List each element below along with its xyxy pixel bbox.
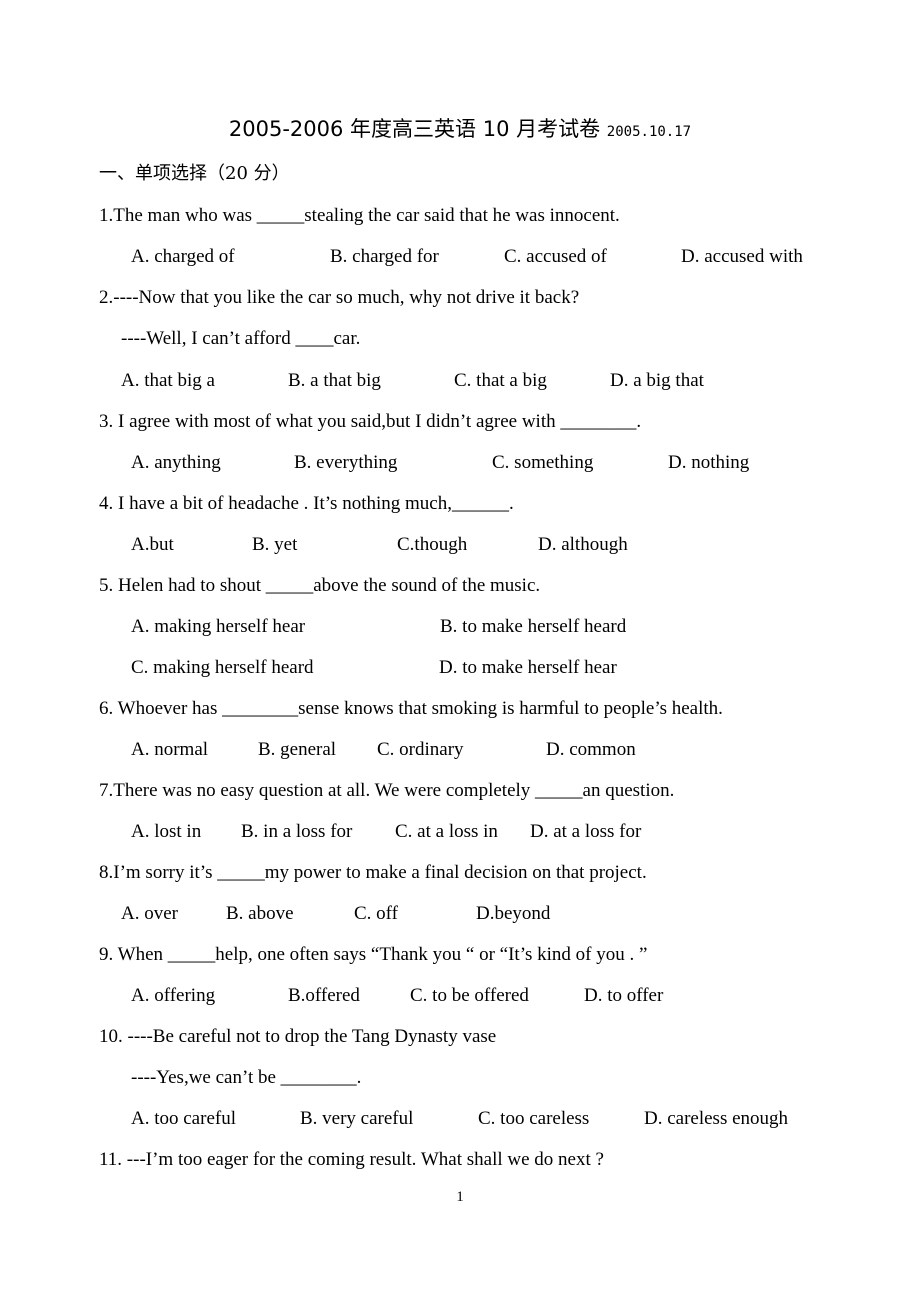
question-9-option-b: B.offered [288, 985, 360, 1006]
question-5-option-a: A. making herself hear [131, 616, 306, 637]
question-9-option-c: C. to be offered [410, 985, 529, 1006]
question-1-option-b: B. charged for [330, 246, 439, 267]
question-9-option-a: A. offering [131, 985, 216, 1006]
question-2-option-d: D. a big that [610, 370, 704, 391]
question-2-option-c: C. that a big [454, 370, 547, 391]
question-8-option-c: C. off [354, 903, 398, 924]
question-7-option-d: D. at a loss for [530, 821, 642, 842]
question-9-stem: 9. When _____help, one often says “Thank… [99, 944, 648, 965]
question-5-stem: 5. Helen had to shout _____above the sou… [99, 575, 541, 596]
exam-title: 2005-2006 年度高三英语 10 月考试卷 2005.10.17 [0, 114, 920, 147]
question-5-option-d: D. to make herself hear [439, 657, 617, 678]
question-2-option-a: A. that big a [121, 370, 215, 391]
question-5-option-b: B. to make herself heard [440, 616, 627, 637]
question-10-stem: 10. ----Be careful not to drop the Tang … [99, 1026, 497, 1047]
question-7-option-c: C. at a loss in [395, 821, 498, 842]
question-4-stem: 4. I have a bit of headache . It’s nothi… [99, 493, 514, 514]
question-6-option-d: D. common [546, 739, 636, 760]
question-6-option-a: A. normal [131, 739, 209, 760]
question-2-stem: 2.----Now that you like the car so much,… [99, 287, 580, 308]
question-4-option-d: D. although [538, 534, 628, 555]
exam-page: 2005-2006 年度高三英语 10 月考试卷 2005.10.17 一、单项… [0, 0, 920, 1293]
question-6-option-b: B. general [258, 739, 337, 760]
question-1-stem: 1.The man who was _____stealing the car … [99, 205, 620, 226]
question-6-option-c: C. ordinary [377, 739, 464, 760]
question-5-option-c: C. making herself heard [131, 657, 314, 678]
question-4-option-c: C.though [397, 534, 468, 555]
question-10-reply: ----Yes,we can’t be ________. [131, 1067, 362, 1088]
question-3-option-a: A. anything [131, 452, 221, 473]
question-8-option-a: A. over [121, 903, 178, 924]
question-3-stem: 3. I agree with most of what you said,bu… [99, 411, 642, 432]
question-2-reply: ----Well, I can’t afford ____car. [121, 328, 361, 349]
question-8-option-d: D.beyond [476, 903, 551, 924]
question-10-option-b: B. very careful [300, 1108, 414, 1129]
question-6-stem: 6. Whoever has ________sense knows that … [99, 698, 723, 719]
question-9-option-d: D. to offer [584, 985, 664, 1006]
question-4-option-b: B. yet [252, 534, 298, 555]
question-1-option-a: A. charged of [131, 246, 235, 267]
title-text: 2005-2006 年度高三英语 10 月考试卷 [228, 117, 601, 141]
question-8-stem: 8.I’m sorry it’s _____my power to make a… [99, 862, 647, 883]
question-3-option-c: C. something [492, 452, 594, 473]
question-10-option-d: D. careless enough [644, 1108, 789, 1129]
question-11-stem: 11. ---I’m too eager for the coming resu… [99, 1149, 604, 1170]
question-8-option-b: B. above [226, 903, 294, 924]
question-7-option-a: A. lost in [131, 821, 202, 842]
question-3-option-d: D. nothing [668, 452, 750, 473]
question-7-stem: 7.There was no easy question at all. We … [99, 780, 675, 801]
exam-date: 2005.10.17 [606, 124, 692, 140]
page-number: 1 [456, 1189, 464, 1205]
question-1-option-c: C. accused of [504, 246, 607, 267]
question-2-option-b: B. a that big [288, 370, 381, 391]
section-heading: 一、单项选择（20 分） [99, 163, 290, 184]
question-1-option-d: D. accused with [681, 246, 803, 267]
question-3-option-b: B. everything [294, 452, 398, 473]
question-10-option-c: C. too careless [478, 1108, 590, 1129]
question-4-option-a: A.but [131, 534, 174, 555]
question-10-option-a: A. too careful [131, 1108, 236, 1129]
question-7-option-b: B. in a loss for [241, 821, 353, 842]
